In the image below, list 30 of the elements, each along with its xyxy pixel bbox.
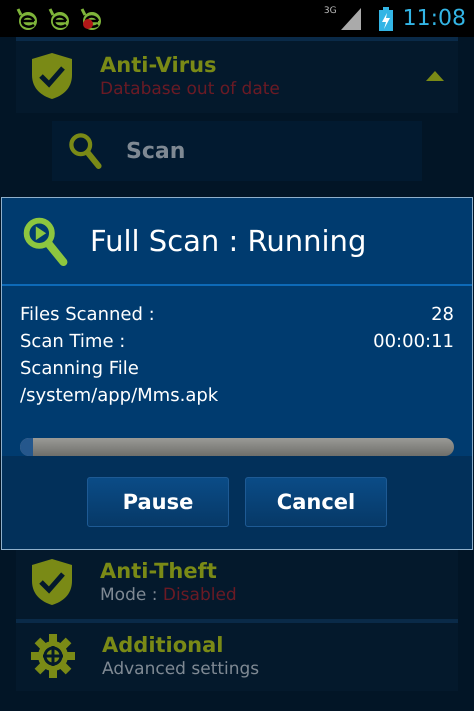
module-title: Additional (102, 633, 224, 657)
dialog-title: Full Scan : Running (90, 224, 366, 258)
stat-label: Scan Time : (20, 330, 126, 352)
search-icon (68, 132, 102, 170)
module-title: Anti-Theft (100, 559, 218, 583)
pause-button[interactable]: Pause (87, 477, 229, 528)
battery-charging-icon (378, 6, 393, 30)
gear-icon (30, 633, 76, 679)
cancel-button[interactable]: Cancel (245, 477, 387, 528)
status-label: Mode : (100, 585, 158, 605)
search-play-icon (22, 216, 68, 266)
current-file-label: Scanning File (20, 358, 140, 379)
network-type: 3G (324, 6, 337, 16)
scan-label: Scan (126, 138, 186, 164)
module-title: Anti-Virus (100, 53, 218, 77)
stat-label: Files Scanned : (20, 304, 155, 325)
shield-check-icon (30, 557, 74, 607)
module-card[interactable]: Anti-Virus Database out of date (16, 37, 458, 113)
collapse-arrow-icon[interactable] (426, 71, 444, 81)
current-file-path: /system/app/Mms.apk (20, 384, 220, 406)
scan-item[interactable]: Scan (52, 121, 422, 181)
clock: 11:08 (402, 6, 466, 31)
shield-check-icon (30, 51, 74, 101)
status-value: Database out of date (100, 79, 281, 99)
signal-icon (340, 8, 361, 30)
status-value: Disabled (162, 585, 237, 605)
stat-value: 28 (431, 304, 454, 325)
module-card[interactable]: Additional Advanced settings (16, 619, 458, 691)
stat-value: 00:00:11 (373, 330, 454, 352)
module-subtitle: Advanced settings (102, 659, 260, 679)
